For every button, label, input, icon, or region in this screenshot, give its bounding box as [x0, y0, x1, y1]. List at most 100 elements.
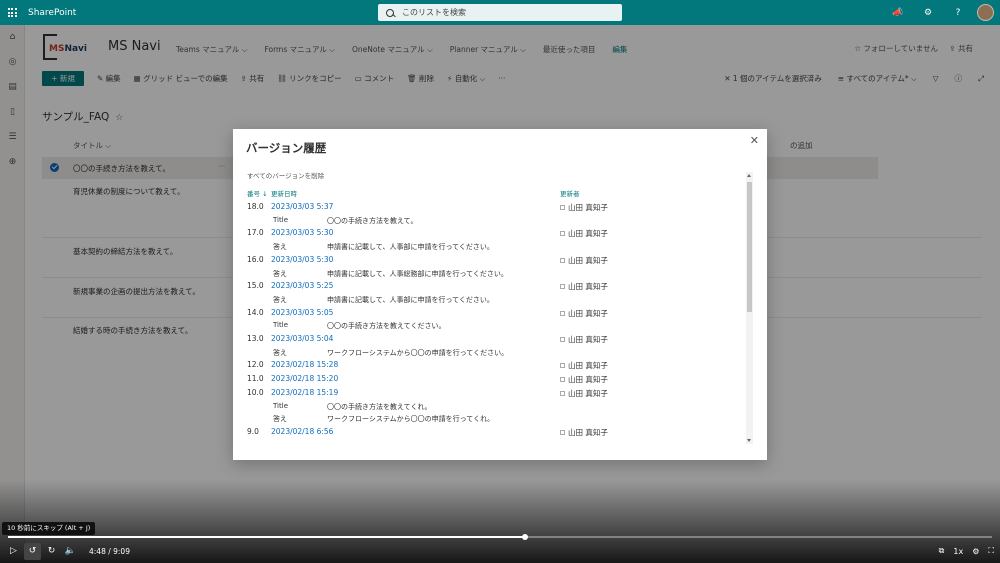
version-number: 18.0	[247, 202, 264, 211]
change-field: Title	[273, 321, 289, 330]
version-number: 15.0	[247, 281, 264, 291]
modified-by-name: 山田 真知子	[568, 428, 608, 437]
version-date-link[interactable]: 2023/03/03 5:30	[271, 228, 333, 237]
scroll-thumb[interactable]	[747, 182, 752, 312]
suite-bar: SharePoint このリストを検索 📣 ⚙ ?	[0, 0, 1000, 25]
change-field: 答え	[273, 415, 287, 424]
modified-by[interactable]: 山田 真知子	[560, 360, 608, 371]
change-value: ワークフローシステムから〇〇の申請を行ってくれ。	[327, 415, 495, 424]
modified-by-name: 山田 真知子	[568, 282, 608, 292]
modified-by[interactable]: 山田 真知子	[560, 374, 608, 385]
change-field: 答え	[273, 269, 287, 278]
version-number: 12.0	[247, 360, 264, 370]
version-number: 14.0	[247, 307, 264, 317]
version-date-link[interactable]: 2023/03/03 5:25	[271, 281, 333, 290]
header-modified-by[interactable]: 更新者	[560, 188, 580, 198]
settings-icon[interactable]: ⚙	[913, 8, 943, 18]
modified-by-name: 山田 真知子	[568, 308, 608, 318]
user-checkbox-icon	[560, 337, 565, 342]
modified-by[interactable]: 山田 真知子	[560, 388, 608, 399]
change-value: 〇〇の手続き方法を教えて。	[327, 216, 418, 225]
header-date[interactable]: 更新日時	[271, 188, 297, 198]
modified-by[interactable]: 山田 真知子	[560, 228, 608, 239]
modified-by-name: 山田 真知子	[568, 375, 608, 385]
fullscreen-icon[interactable]: ⛶	[988, 546, 994, 556]
change-field: Title	[273, 401, 289, 410]
version-number: 11.0	[247, 374, 264, 384]
modified-by-name: 山田 真知子	[568, 389, 608, 398]
delete-all-versions-link[interactable]: すべてのバージョンを削除	[247, 170, 324, 180]
brand-name[interactable]: SharePoint	[28, 8, 76, 18]
search-box[interactable]: このリストを検索	[378, 4, 622, 21]
version-date-link[interactable]: 2023/02/18 15:19	[271, 388, 338, 397]
version-date-link[interactable]: 2023/02/18 15:28	[271, 360, 338, 369]
megaphone-icon[interactable]: 📣	[883, 8, 913, 18]
change-field: 答え	[273, 348, 287, 357]
play-icon[interactable]: ▷	[5, 543, 22, 560]
modified-by[interactable]: 山田 真知子	[560, 202, 608, 213]
change-field: 答え	[273, 296, 287, 304]
user-checkbox-icon	[560, 430, 565, 435]
change-value: 申請書に記載して、人事部に申請を行ってください。	[327, 243, 494, 252]
speed-button[interactable]: 1x	[953, 547, 963, 556]
version-date-link[interactable]: 2023/02/18 6:56	[271, 427, 333, 436]
change-value: 申請書に記載して、人事部に申請を行ってください。	[327, 296, 494, 304]
search-icon	[386, 8, 394, 17]
user-checkbox-icon	[560, 284, 565, 290]
change-value: 〇〇の手続き方法を教えてください。	[327, 322, 446, 331]
version-number: 17.0	[247, 228, 264, 238]
user-checkbox-icon	[560, 205, 565, 210]
skip-back-icon[interactable]: ↺	[24, 542, 41, 560]
version-date-link[interactable]: 2023/03/03 5:04	[271, 334, 333, 343]
version-date-link[interactable]: 2023/03/03 5:30	[271, 255, 333, 264]
avatar[interactable]	[977, 4, 994, 21]
version-date-link[interactable]: 2023/03/03 5:05	[271, 308, 333, 317]
version-number: 9.0	[247, 427, 259, 436]
close-icon[interactable]: ✕	[750, 134, 759, 147]
picture-in-picture-icon[interactable]: ⧉	[939, 546, 945, 556]
header-number[interactable]: 番号 ↓	[247, 188, 268, 198]
version-number: 13.0	[247, 334, 264, 343]
user-checkbox-icon	[560, 257, 565, 263]
search-placeholder: このリストを検索	[402, 8, 466, 17]
change-field: Title	[273, 215, 289, 224]
skip-tooltip: 10 秒前にスキップ (Alt + J)	[2, 522, 96, 535]
player-time: 4:48 / 9:09	[89, 546, 130, 556]
volume-icon[interactable]: 🔈	[62, 543, 79, 560]
modified-by-name: 山田 真知子	[568, 335, 608, 344]
scrollbar[interactable]	[746, 172, 753, 444]
user-checkbox-icon	[560, 231, 565, 237]
modified-by-name: 山田 真知子	[568, 229, 608, 239]
modified-by[interactable]: 山田 真知子	[560, 281, 608, 292]
modified-by[interactable]: 山田 真知子	[560, 308, 608, 319]
skip-forward-icon[interactable]: ↻	[43, 543, 60, 560]
scroll-up-icon[interactable]	[747, 174, 751, 177]
version-history-dialog: バージョン履歴 ✕ すべてのバージョンを削除 番号 ↓ 更新日時 更新者 18.…	[233, 129, 767, 460]
dialog-title: バージョン履歴	[246, 141, 327, 155]
sharepoint-page: SharePoint このリストを検索 📣 ⚙ ? ⌂ ◎ ▤ ▯ ☰ ⊕ MS…	[0, 0, 1000, 563]
user-checkbox-icon	[560, 363, 565, 369]
help-icon[interactable]: ?	[943, 8, 973, 18]
progress-fill	[8, 536, 525, 538]
settings-icon[interactable]: ⚙	[972, 547, 979, 556]
user-checkbox-icon	[560, 377, 565, 383]
progress-bar[interactable]	[8, 533, 992, 540]
version-date-link[interactable]: 2023/02/18 15:20	[271, 374, 338, 383]
change-field: 答え	[273, 243, 287, 252]
version-number: 16.0	[247, 254, 264, 264]
change-value: 〇〇の手続き方法を教えてくれ。	[327, 402, 432, 411]
modified-by-name: 山田 真知子	[568, 203, 608, 212]
modified-by[interactable]: 山田 真知子	[560, 427, 608, 438]
app-launcher-icon[interactable]	[0, 0, 24, 25]
modified-by[interactable]: 山田 真知子	[560, 334, 608, 345]
modified-by-name: 山田 真知子	[568, 255, 608, 265]
modified-by[interactable]: 山田 真知子	[560, 255, 608, 266]
scroll-down-icon[interactable]	[747, 439, 751, 442]
version-number: 10.0	[247, 388, 264, 397]
change-value: 申請書に記載して、人事総務部に申請を行ってください。	[327, 269, 508, 278]
user-checkbox-icon	[560, 391, 565, 396]
user-checkbox-icon	[560, 310, 565, 316]
version-date-link[interactable]: 2023/03/03 5:37	[271, 202, 333, 211]
modified-by-name: 山田 真知子	[568, 361, 608, 371]
progress-knob[interactable]	[521, 533, 528, 540]
